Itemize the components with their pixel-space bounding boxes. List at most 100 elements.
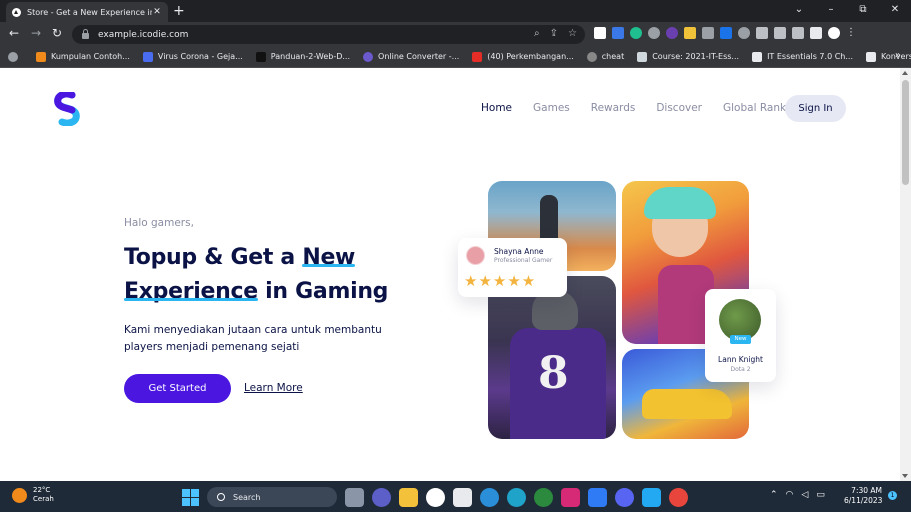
instagram-icon[interactable]	[561, 487, 580, 507]
browser-tab[interactable]: Store - Get a New Experience in Gaming ✕	[6, 2, 168, 22]
close-tab-icon[interactable]: ✕	[152, 7, 162, 17]
apps-icon[interactable]	[8, 51, 23, 62]
extension-icon[interactable]	[702, 27, 714, 39]
windows-start-icon[interactable]	[182, 488, 199, 506]
extensions-bar: ⋮	[594, 27, 858, 39]
get-started-button[interactable]: Get Started	[124, 374, 231, 403]
scrollbar-thumb[interactable]	[902, 80, 909, 185]
profile-avatar[interactable]	[828, 27, 840, 39]
volume-icon[interactable]: ◁	[801, 490, 808, 500]
extension-icon[interactable]	[630, 27, 642, 39]
nav-discover[interactable]: Discover	[656, 102, 702, 114]
bookmarks-bar: Kumpulan Contoh... Virus Corona - Geja..…	[0, 46, 911, 68]
bookmark-item[interactable]: Virus Corona - Geja...	[142, 51, 243, 62]
minimize-button[interactable]: –	[815, 0, 847, 22]
battery-icon[interactable]: ▭	[816, 490, 825, 500]
bookmark-item[interactable]: Konversi Online IP k...	[865, 51, 911, 62]
chevron-down-icon[interactable]: ⌄	[783, 0, 815, 22]
zoom-search-icon[interactable]: ⌕	[534, 28, 540, 39]
player-game: Dota 2	[730, 366, 751, 373]
page-scrollbar[interactable]	[900, 68, 911, 481]
more-bookmarks-button[interactable]: »	[895, 50, 901, 61]
taskbar-apps: Search	[182, 487, 688, 507]
extension-icon[interactable]	[594, 27, 606, 39]
address-bar[interactable]: example.icodie.com ⌕ ⇪ ☆	[72, 25, 585, 44]
bookmark-item[interactable]: cheat	[586, 51, 624, 62]
search-icon	[217, 493, 225, 501]
more-menu-icon[interactable]: ⋮	[846, 27, 858, 39]
sign-in-button[interactable]: Sign In	[785, 95, 846, 122]
windows-taskbar: 22°C Cerah Search ⌃ ◠ ◁ ▭ 7:30 AM 6/11/2…	[0, 481, 911, 512]
wifi-icon[interactable]: ◠	[786, 490, 794, 500]
nav-rewards[interactable]: Rewards	[591, 102, 636, 114]
temperature: 22°C	[33, 486, 51, 494]
player-card-shayna: Shayna Anne Professional Gamer ★★★★★	[458, 238, 567, 297]
bookmark-item[interactable]: IT Essentials 7.0 Ch...	[752, 51, 853, 62]
vscode-icon[interactable]	[642, 487, 661, 507]
notification-badge[interactable]: 1	[888, 491, 897, 500]
bookmark-item[interactable]: Online Converter -...	[363, 51, 459, 62]
settings-extension-icon[interactable]	[648, 27, 660, 39]
date-text: 6/11/2023	[844, 496, 883, 505]
word-icon[interactable]	[426, 487, 445, 507]
scroll-down-icon[interactable]	[902, 474, 908, 478]
sun-icon	[12, 487, 27, 503]
bookmark-favicon-icon	[752, 51, 763, 62]
side-panel-icon[interactable]	[810, 27, 822, 39]
discord-icon[interactable]	[615, 487, 634, 507]
bookmark-star-icon[interactable]: ☆	[568, 28, 577, 39]
reading-list-icon[interactable]	[792, 27, 804, 39]
share-icon[interactable]: ⇪	[550, 28, 558, 39]
store-icon[interactable]	[453, 487, 472, 507]
jersey-number: 8	[538, 348, 569, 399]
back-arrow-icon[interactable]: ←	[9, 26, 19, 40]
new-badge: New	[730, 335, 751, 344]
extension-icon[interactable]	[666, 27, 678, 39]
maximize-button[interactable]: ⧉	[847, 0, 879, 22]
window-controls: ⌄ – ⧉ ✕	[783, 0, 911, 22]
close-window-button[interactable]: ✕	[879, 0, 911, 22]
star-rating-icon: ★★★★★	[464, 272, 537, 290]
file-explorer-icon[interactable]	[399, 487, 418, 507]
site-logo[interactable]	[52, 92, 86, 126]
reload-icon[interactable]: ↻	[52, 26, 62, 40]
youtube-icon	[472, 51, 483, 62]
scroll-up-icon[interactable]	[902, 71, 908, 75]
nav-global-rank[interactable]: Global Rank	[723, 102, 786, 114]
taskbar-search[interactable]: Search	[207, 487, 337, 507]
chevron-up-icon[interactable]: ⌃	[770, 490, 778, 500]
bookmark-favicon-icon	[637, 51, 648, 62]
translate-extension-icon[interactable]	[612, 27, 624, 39]
extension-icon[interactable]	[738, 27, 750, 39]
learn-more-link[interactable]: Learn More	[244, 382, 303, 394]
teams-icon[interactable]	[372, 487, 391, 507]
player-role: Professional Gamer	[494, 257, 553, 264]
bookmark-item[interactable]: (40) Perkembangan...	[472, 51, 574, 62]
bookmark-item[interactable]: Kumpulan Contoh...	[36, 51, 130, 62]
bookmark-item[interactable]: Course: 2021-IT-Ess...	[637, 51, 739, 62]
extension-icon[interactable]	[684, 27, 696, 39]
player-name: Lann Knight	[718, 355, 763, 364]
app-icon[interactable]	[480, 487, 499, 507]
upwork-icon[interactable]	[534, 487, 553, 507]
chrome-icon[interactable]	[669, 487, 688, 507]
todo-icon[interactable]	[588, 487, 607, 507]
new-tab-button[interactable]: +	[173, 3, 185, 19]
bookmark-item[interactable]: Panduan-2-Web-D...	[255, 51, 350, 62]
tab-bar: Store - Get a New Experience in Gaming ✕…	[0, 0, 911, 22]
puzzle-icon[interactable]	[774, 27, 786, 39]
edge-icon[interactable]	[507, 487, 526, 507]
bookmark-favicon-icon	[255, 51, 266, 62]
bookmark-favicon-icon	[36, 51, 46, 62]
nav-games[interactable]: Games	[533, 102, 570, 114]
extension-icon[interactable]	[720, 27, 732, 39]
forward-arrow-icon[interactable]: →	[31, 26, 41, 40]
bookmark-favicon-icon	[363, 51, 374, 62]
player-name: Shayna Anne	[494, 247, 544, 256]
task-view-icon[interactable]	[345, 487, 364, 507]
weather-widget[interactable]: 22°C Cerah	[12, 486, 54, 504]
extension-icon[interactable]	[756, 27, 768, 39]
headline-highlight: New	[302, 245, 356, 270]
clock[interactable]: 7:30 AM 6/11/2023	[844, 486, 882, 506]
nav-home[interactable]: Home	[481, 102, 512, 114]
